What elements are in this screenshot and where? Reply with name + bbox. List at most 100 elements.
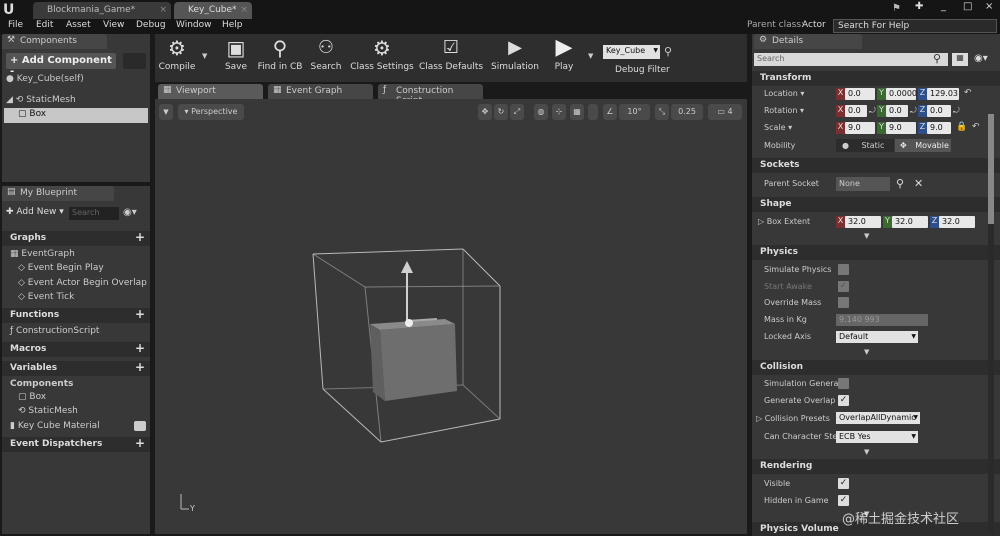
- surface-snap-button[interactable]: ⊹: [552, 104, 566, 120]
- expand-more-icon[interactable]: ▼: [864, 348, 869, 356]
- collision-presets-label[interactable]: ▷ Collision Presets: [756, 414, 830, 423]
- generate-overlap-checkbox[interactable]: ✓: [838, 395, 849, 406]
- help-search-input[interactable]: Search For Help: [833, 19, 997, 33]
- visibility-eye-icon[interactable]: ◉▾: [123, 207, 137, 218]
- event-dispatchers-section[interactable]: Event Dispatchers +: [2, 437, 150, 452]
- simulation-button[interactable]: ▶ Simulation: [490, 36, 540, 78]
- rotation-spin-icon[interactable]: ⤾: [869, 106, 876, 116]
- socket-search-icon[interactable]: ⚲: [896, 177, 904, 190]
- location-label[interactable]: Location ▾: [764, 89, 804, 98]
- collision-presets-select[interactable]: OverlapAllDynamic: [836, 412, 920, 424]
- minimize-icon[interactable]: _: [941, 1, 946, 12]
- locked-axis-select[interactable]: Default: [836, 331, 918, 343]
- menu-file[interactable]: File: [8, 20, 23, 30]
- compile-button[interactable]: ⚙ Compile: [156, 36, 198, 78]
- shape-section[interactable]: Shape: [752, 197, 1000, 212]
- sockets-section[interactable]: Sockets: [752, 158, 1000, 173]
- add-macro-icon[interactable]: +: [134, 342, 146, 355]
- expand-more-icon[interactable]: ▼: [864, 448, 869, 456]
- rotation-snap-value[interactable]: 10°: [619, 104, 650, 120]
- location-y-field[interactable]: 0.0000: [886, 88, 917, 100]
- tab-key-cube[interactable]: Key_Cube* ×: [174, 2, 252, 19]
- clear-socket-icon[interactable]: ✕: [914, 177, 923, 190]
- transform-section[interactable]: Transform: [752, 71, 1000, 86]
- compile-options-arrow-icon[interactable]: ▼: [202, 52, 207, 60]
- debug-object-select[interactable]: Key_Cube: [603, 45, 660, 59]
- box-extent-y-field[interactable]: 32.0: [892, 216, 928, 228]
- mobility-movable-button[interactable]: ✥ Movable: [895, 139, 951, 152]
- scale-y-field[interactable]: 9.0: [886, 122, 916, 134]
- add-graph-icon[interactable]: +: [134, 231, 146, 244]
- pin-icon[interactable]: ✚: [915, 1, 923, 12]
- translate-tool-button[interactable]: ✥: [478, 104, 492, 120]
- variable-key-cube-material-item[interactable]: ▮ Key Cube Material: [10, 421, 100, 431]
- class-settings-button[interactable]: ⚙ Class Settings: [350, 36, 414, 78]
- add-dispatcher-icon[interactable]: +: [134, 437, 146, 450]
- parent-class-value[interactable]: Actor: [802, 20, 826, 30]
- menu-view[interactable]: View: [103, 20, 124, 30]
- box-tree-item[interactable]: ▢ Box: [4, 108, 148, 123]
- location-z-field[interactable]: 129.03: [927, 88, 959, 100]
- self-item[interactable]: ● Key_Cube(self): [6, 74, 84, 84]
- components-search-input[interactable]: [123, 53, 146, 69]
- scrollbar-thumb[interactable]: [988, 114, 994, 224]
- scale-label[interactable]: Scale ▾: [764, 123, 792, 132]
- menu-edit[interactable]: Edit: [36, 20, 53, 30]
- play-button[interactable]: ▶ Play: [546, 36, 582, 78]
- parent-socket-field[interactable]: None: [836, 177, 890, 191]
- expand-more-icon[interactable]: ▼: [864, 232, 869, 240]
- details-search-icon[interactable]: ⚲: [933, 52, 941, 65]
- scale-z-field[interactable]: 9.0: [927, 122, 951, 134]
- tab-viewport[interactable]: ▦ Viewport: [158, 84, 263, 99]
- mass-in-kg-field[interactable]: 9.140 993: [836, 314, 928, 326]
- scale-tool-button[interactable]: ⤢: [510, 104, 524, 120]
- rotate-tool-button[interactable]: ↻: [494, 104, 508, 120]
- mobility-static-button[interactable]: ● Static: [836, 139, 894, 152]
- details-search-input[interactable]: Search: [754, 53, 948, 66]
- grid-snap-button[interactable]: ▦: [570, 104, 584, 120]
- start-awake-checkbox[interactable]: ✓: [838, 281, 849, 292]
- variables-section[interactable]: Variables +: [2, 361, 150, 376]
- rotation-z-field[interactable]: 0.0: [927, 105, 951, 117]
- rotation-spin-icon[interactable]: ⤾: [910, 106, 917, 116]
- event-actor-begin-overlap-item[interactable]: ◇ Event Actor Begin Overlap: [18, 278, 147, 288]
- rotation-label[interactable]: Rotation ▾: [764, 106, 804, 115]
- staticmesh-tree-item[interactable]: ◢ ⟲ StaticMesh: [6, 95, 76, 105]
- my-blueprint-tab[interactable]: ▤ My Blueprint: [2, 186, 114, 201]
- physics-section[interactable]: Physics: [752, 245, 1000, 260]
- macros-section[interactable]: Macros +: [2, 342, 150, 357]
- view-mode-button[interactable]: ▾ Perspective: [178, 104, 244, 120]
- components-tab[interactable]: ⚒ Components: [2, 34, 107, 49]
- scale-snap-button[interactable]: ⤡: [655, 104, 669, 120]
- class-defaults-button[interactable]: ☑ Class Defaults: [418, 36, 484, 78]
- search-button[interactable]: ⚇ Search: [308, 36, 344, 78]
- hidden-in-game-checkbox[interactable]: ✓: [838, 495, 849, 506]
- menu-debug[interactable]: Debug: [136, 20, 166, 30]
- eventgraph-item[interactable]: ▦ EventGraph: [10, 249, 75, 259]
- menu-help[interactable]: Help: [222, 20, 243, 30]
- grid-snap-value[interactable]: [588, 104, 598, 120]
- camera-speed-button[interactable]: ▭ 4: [708, 104, 742, 120]
- rotation-y-field[interactable]: 0.0: [886, 105, 908, 117]
- close-window-icon[interactable]: ×: [985, 1, 993, 12]
- reset-scale-icon[interactable]: ↶: [972, 122, 980, 132]
- variable-staticmesh-item[interactable]: ⟲ StaticMesh: [18, 406, 78, 416]
- tab-construction-script[interactable]: ƒ Construction Script: [378, 84, 483, 106]
- override-mass-checkbox[interactable]: [838, 297, 849, 308]
- tab-blockmania-game[interactable]: Blockmania_Game* ×: [33, 2, 171, 19]
- add-new-button[interactable]: ✚ Add New ▾: [6, 207, 64, 217]
- tab-event-graph[interactable]: ▦ Event Graph: [268, 84, 373, 99]
- details-view-options-icon[interactable]: ◉▾: [974, 53, 988, 64]
- property-matrix-icon[interactable]: ▦: [952, 53, 968, 66]
- play-options-arrow-icon[interactable]: ▼: [588, 52, 593, 60]
- graphs-section[interactable]: Graphs +: [2, 231, 150, 246]
- viewport[interactable]: Y: [155, 99, 747, 534]
- variable-box-item[interactable]: ▢ Box: [18, 392, 46, 402]
- scale-x-field[interactable]: 9.0: [845, 122, 875, 134]
- functions-section[interactable]: Functions +: [2, 308, 150, 323]
- rendering-section[interactable]: Rendering: [752, 459, 1000, 474]
- coordinate-system-button[interactable]: ◍: [534, 104, 548, 120]
- add-component-button[interactable]: + Add Component -: [6, 53, 116, 77]
- location-x-field[interactable]: 0.0: [845, 88, 875, 100]
- construction-script-item[interactable]: ƒ ConstructionScript: [10, 326, 99, 336]
